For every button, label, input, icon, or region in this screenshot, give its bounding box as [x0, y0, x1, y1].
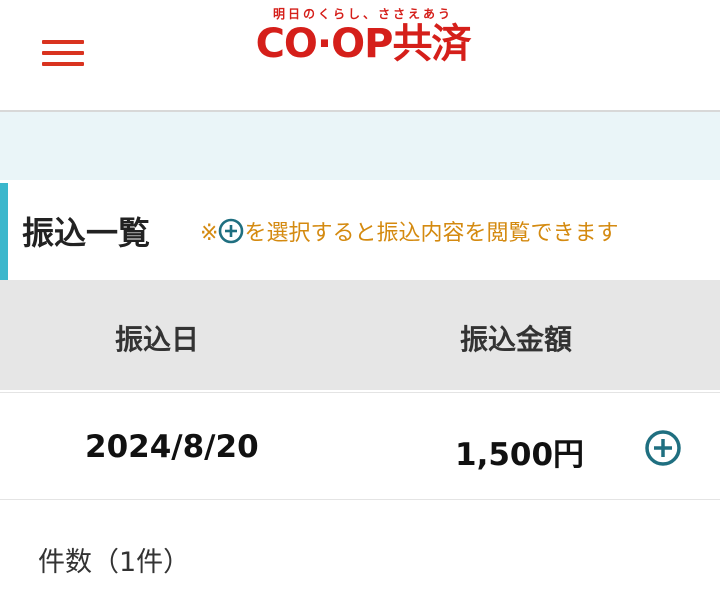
- section-note: ※ を選択すると振込内容を閲覧できます: [200, 215, 618, 247]
- menu-bar: [42, 62, 84, 66]
- table-header: 振込日 振込金額: [0, 280, 720, 390]
- logo-tagline: 明日のくらし、ささえあう: [272, 7, 453, 21]
- table-row[interactable]: 2024/8/20 1,500円: [0, 392, 720, 500]
- page-title: 振込一覧: [22, 214, 151, 252]
- info-band: [0, 112, 720, 180]
- menu-bar: [42, 40, 84, 44]
- app-header: 明日のくらし、ささえあう CO·OP共済: [0, 0, 720, 112]
- result-count: 件数（1件）: [38, 547, 191, 578]
- plus-circle-icon: [219, 218, 244, 244]
- coop-kyosai-logo[interactable]: 明日のくらし、ささえあう CO·OP共済: [248, 6, 478, 76]
- logo-text: CO·OP共済: [255, 21, 472, 67]
- transfer-date: 2024/8/20: [85, 429, 259, 465]
- section-accent-bar: [0, 183, 8, 280]
- expand-plus-icon[interactable]: [644, 429, 682, 467]
- note-prefix: ※: [200, 221, 219, 246]
- menu-bar: [42, 51, 84, 55]
- section-header: 振込一覧 ※ を選択すると振込内容を閲覧できます: [0, 180, 720, 280]
- hamburger-menu-icon[interactable]: [42, 38, 84, 68]
- column-header-amount: 振込金額: [460, 323, 573, 356]
- note-text: を選択すると振込内容を閲覧できます: [244, 221, 619, 246]
- transfer-amount: 1,500円: [455, 437, 585, 473]
- column-header-date: 振込日: [115, 323, 200, 356]
